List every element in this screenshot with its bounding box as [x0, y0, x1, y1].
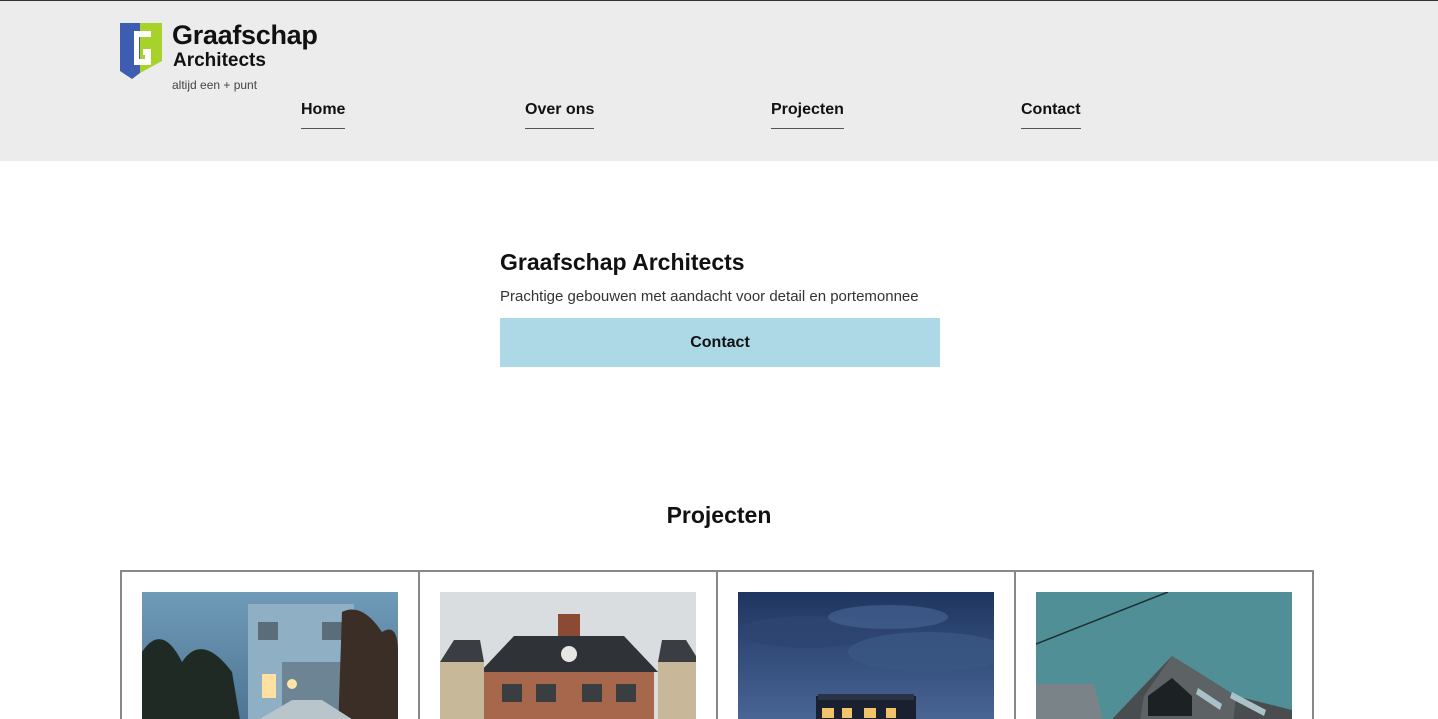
hero-title: Graafschap Architects — [500, 249, 745, 275]
logo-mark-icon — [120, 23, 162, 79]
nav-over-ons[interactable]: Over ons — [525, 101, 595, 129]
project-cards — [120, 570, 1320, 719]
brand-name-line2: Architects — [173, 50, 266, 71]
modern-house-dusk-photo[interactable] — [142, 592, 398, 719]
nav-home[interactable]: Home — [301, 101, 346, 129]
brand-name-line1: Graafschap — [172, 20, 318, 50]
brand-tagline: altijd een + punt — [172, 78, 258, 92]
nav-contact[interactable]: Contact — [1021, 101, 1081, 129]
hero-subtitle: Prachtige gebouwen met aandacht voor det… — [500, 288, 919, 305]
nav-projecten[interactable]: Projecten — [771, 101, 844, 129]
project-card[interactable] — [1014, 570, 1314, 719]
project-card[interactable] — [120, 570, 420, 719]
brick-house-photo[interactable] — [440, 592, 696, 719]
projects-title: Projecten — [666, 502, 772, 528]
contact-button[interactable]: Contact — [500, 318, 940, 367]
gable-roof-house-photo[interactable] — [1036, 592, 1292, 719]
house-night-sky-photo[interactable] — [738, 592, 994, 719]
project-card[interactable] — [418, 570, 718, 719]
hero-section: Graafschap Architects Prachtige gebouwen… — [500, 248, 940, 367]
site-header: Graafschap Architects altijd een + punt … — [0, 1, 1438, 161]
project-card[interactable] — [716, 570, 1016, 719]
brand-logo[interactable]: Graafschap Architects altijd een + punt — [120, 20, 320, 95]
